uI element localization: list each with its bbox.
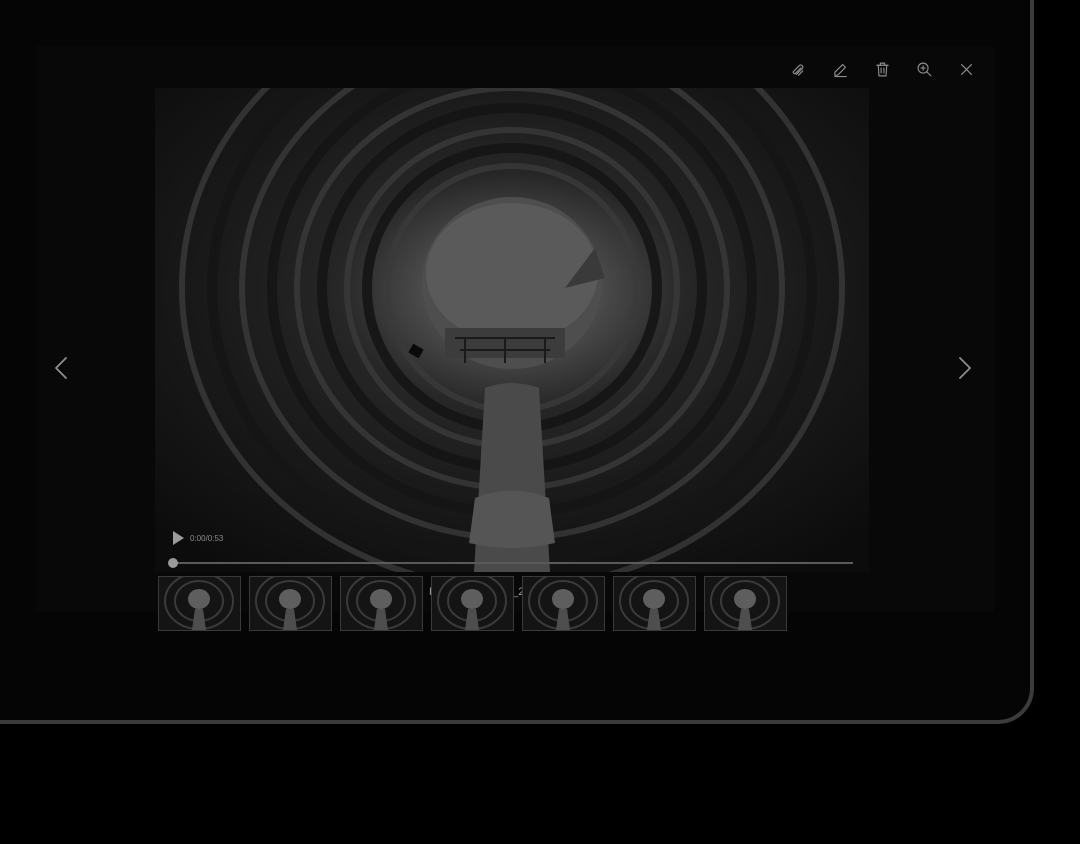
thumbnail-item[interactable] — [340, 576, 423, 631]
previous-button[interactable] — [46, 351, 76, 385]
thumbnail-image — [705, 577, 786, 630]
thumbnail-image — [341, 577, 422, 630]
video-frame — [155, 88, 869, 572]
delete-icon — [875, 62, 889, 76]
zoom-in-icon — [917, 62, 931, 76]
thumbnail-item[interactable] — [431, 576, 514, 631]
close-button[interactable] — [948, 54, 984, 84]
edit-button[interactable] — [822, 54, 858, 84]
edit-icon — [833, 63, 847, 77]
thumbnail-image — [159, 577, 240, 630]
thumbnail-image — [250, 577, 331, 630]
thumbnail-image — [614, 577, 695, 630]
thumbnail-item[interactable] — [249, 576, 332, 631]
seek-handle[interactable] — [168, 558, 178, 568]
thumbnail-image — [523, 577, 604, 630]
player-controls: 0:00/0:53 — [173, 528, 223, 548]
thumbnail-item[interactable] — [158, 576, 241, 631]
delete-button[interactable] — [864, 54, 900, 84]
thumbnail-strip — [158, 576, 787, 631]
attach-button[interactable] — [780, 54, 816, 84]
video-player[interactable]: 0:00/0:53 — [155, 88, 869, 572]
chevron-left-icon — [55, 357, 67, 379]
thumbnail-item[interactable] — [704, 576, 787, 631]
thumbnail-item[interactable] — [613, 576, 696, 631]
time-display: 0:00/0:53 — [190, 533, 224, 543]
next-button[interactable] — [950, 351, 980, 385]
chevron-right-icon — [959, 357, 971, 379]
seek-bar[interactable] — [168, 558, 853, 568]
viewer-toolbar — [780, 54, 984, 84]
attach-icon — [792, 63, 803, 76]
zoom-in-button[interactable] — [906, 54, 942, 84]
thumbnail-item[interactable] — [522, 576, 605, 631]
thumbnail-image — [432, 577, 513, 630]
play-button[interactable] — [173, 531, 184, 545]
close-icon — [960, 63, 972, 75]
media-viewer: 0:00/0:53 PIPE-TREKKER_2021-11-29.mp4 — [36, 46, 994, 612]
